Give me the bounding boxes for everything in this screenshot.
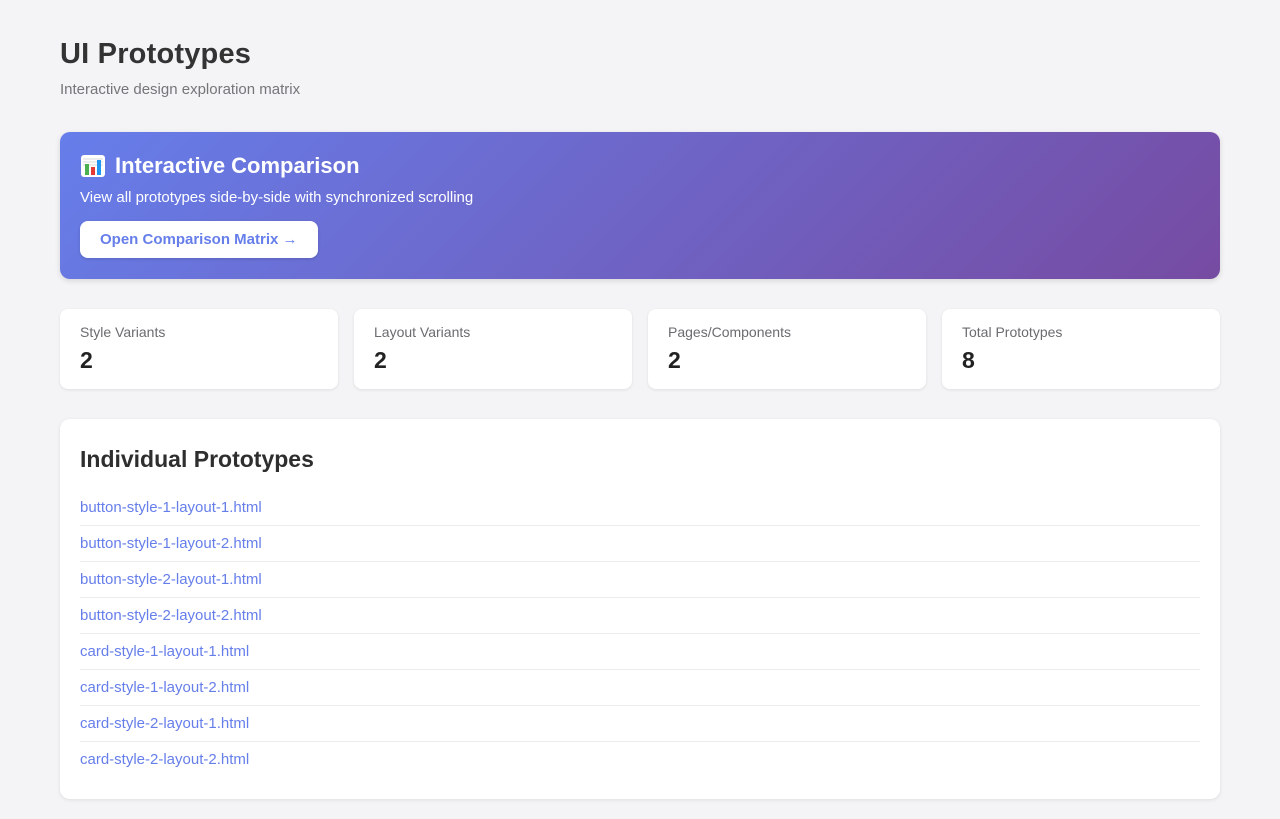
banner-description: View all prototypes side-by-side with sy… xyxy=(80,189,1200,206)
stat-label: Layout Variants xyxy=(374,324,612,340)
stats-row: Style Variants 2 Layout Variants 2 Pages… xyxy=(60,309,1220,389)
prototype-link[interactable]: card-style-1-layout-2.html xyxy=(80,670,1200,706)
page-subtitle: Interactive design exploration matrix xyxy=(60,81,1220,98)
comparison-banner: Interactive Comparison View all prototyp… xyxy=(60,132,1220,279)
page-title: UI Prototypes xyxy=(60,38,1220,71)
prototypes-card: Individual Prototypes button-style-1-lay… xyxy=(60,419,1220,799)
stat-value: 2 xyxy=(668,347,906,374)
stat-value: 8 xyxy=(962,347,1200,374)
page-container: UI Prototypes Interactive design explora… xyxy=(0,0,1280,819)
stat-label: Style Variants xyxy=(80,324,318,340)
prototypes-list: button-style-1-layout-1.html button-styl… xyxy=(80,490,1200,777)
stat-card-layout-variants: Layout Variants 2 xyxy=(354,309,632,389)
banner-title-row: Interactive Comparison xyxy=(80,153,1200,179)
prototype-link[interactable]: card-style-1-layout-1.html xyxy=(80,634,1200,670)
banner-title: Interactive Comparison xyxy=(115,153,360,179)
stat-card-pages-components: Pages/Components 2 xyxy=(648,309,926,389)
prototype-link[interactable]: button-style-2-layout-2.html xyxy=(80,598,1200,634)
prototype-link[interactable]: button-style-1-layout-2.html xyxy=(80,526,1200,562)
prototype-link[interactable]: button-style-1-layout-1.html xyxy=(80,490,1200,526)
prototype-link[interactable]: button-style-2-layout-1.html xyxy=(80,562,1200,598)
prototype-link[interactable]: card-style-2-layout-2.html xyxy=(80,742,1200,777)
open-comparison-button[interactable]: Open Comparison Matrix → xyxy=(80,221,318,258)
stat-value: 2 xyxy=(374,347,612,374)
stat-value: 2 xyxy=(80,347,318,374)
bar-chart-icon xyxy=(80,153,106,179)
stat-label: Pages/Components xyxy=(668,324,906,340)
stat-card-style-variants: Style Variants 2 xyxy=(60,309,338,389)
stat-card-total-prototypes: Total Prototypes 8 xyxy=(942,309,1220,389)
prototypes-heading: Individual Prototypes xyxy=(80,446,1200,473)
stat-label: Total Prototypes xyxy=(962,324,1200,340)
prototype-link[interactable]: card-style-2-layout-1.html xyxy=(80,706,1200,742)
